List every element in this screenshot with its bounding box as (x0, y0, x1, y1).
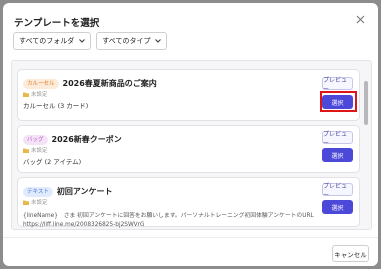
folder-icon (23, 92, 29, 97)
folder-icon (23, 148, 29, 153)
cancel-button[interactable]: キャンセル (332, 245, 369, 262)
folder-info: 未設定 (23, 90, 48, 98)
scrollbar-thumb[interactable] (364, 81, 368, 125)
select-button[interactable]: 選択 (322, 200, 353, 214)
folder-info: 未設定 (23, 146, 48, 154)
select-button[interactable]: 選択 (322, 148, 353, 162)
template-select-dialog: テンプレートを選択 すべてのフォルダ すべてのタイプ カルーセル 2026春夏新… (3, 3, 378, 266)
preview-button[interactable]: プレビュー (322, 131, 353, 147)
type-badge: カルーセル (23, 78, 59, 89)
template-description: バッグ (2 アイテム) (23, 158, 82, 166)
chevron-down-icon (155, 39, 162, 43)
folder-info: 未設定 (23, 198, 48, 206)
type-badge: テキスト (23, 186, 53, 197)
template-title: 初回アンケート (56, 187, 113, 196)
highlight-box (320, 91, 357, 112)
folder-select-value: すべてのフォルダ (19, 37, 75, 45)
template-list[interactable]: カルーセル 2026春夏新商品のご案内 未設定 カルーセル (3 カード) プレ… (11, 60, 372, 230)
folder-icon (23, 200, 29, 205)
footer-divider (3, 237, 378, 238)
preview-button[interactable]: プレビュー (322, 77, 353, 93)
template-card[interactable]: テキスト 初回アンケート 未設定 {lineName} さま 初回アンケートに回… (17, 177, 360, 228)
type-select-value: すべてのタイプ (102, 37, 151, 45)
chevron-down-icon (79, 39, 86, 43)
close-icon (356, 15, 365, 24)
template-card[interactable]: バッグ 2026新春クーポン 未設定 バッグ (2 アイテム) プレビュー 選択 (17, 125, 360, 173)
template-description: カルーセル (3 カード) (23, 102, 89, 110)
template-description: {lineName} さま 初回アンケートに回答をお願いします。パーソナルトレー… (23, 213, 314, 228)
preview-button[interactable]: プレビュー (322, 183, 353, 199)
template-title: 2026新春クーポン (51, 135, 122, 144)
dialog-title: テンプレートを選択 (14, 18, 100, 29)
type-select[interactable]: すべてのタイプ (96, 32, 168, 50)
template-title: 2026春夏新商品のご案内 (62, 79, 157, 88)
template-card[interactable]: カルーセル 2026春夏新商品のご案内 未設定 カルーセル (3 カード) プレ… (17, 69, 360, 121)
close-button[interactable] (355, 14, 366, 25)
type-badge: バッグ (23, 134, 48, 145)
folder-select[interactable]: すべてのフォルダ (13, 32, 92, 50)
